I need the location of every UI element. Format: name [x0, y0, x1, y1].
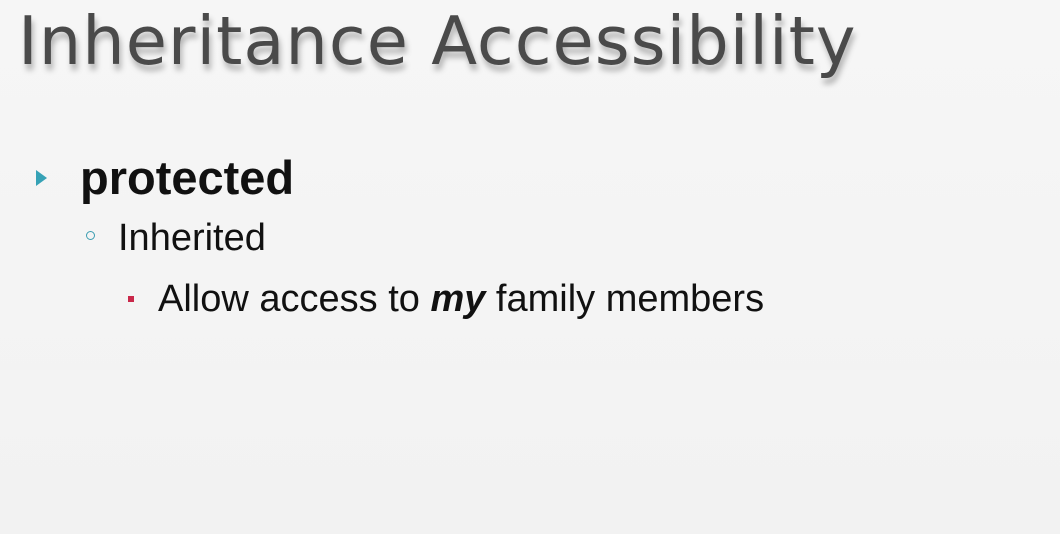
bullet-level1-text: protected [80, 151, 295, 204]
bullet-level2: Inherited [86, 219, 266, 257]
triangle-right-icon [36, 170, 47, 186]
bullet-level2-text: Inherited [118, 217, 266, 259]
bullet-level3-emphasis: my [430, 278, 486, 320]
bullet-level3-text-before: Allow access to [158, 278, 431, 320]
bullet-level3-text-after: family members [485, 278, 765, 320]
slide: Inheritance Accessibility protected Inhe… [0, 0, 1060, 534]
slide-title: Inheritance Accessibility [18, 2, 857, 80]
hollow-circle-icon [86, 231, 95, 240]
square-bullet-icon [128, 296, 134, 302]
bullet-level3: Allow access to my family members [128, 280, 764, 318]
bullet-level1: protected [36, 154, 294, 201]
